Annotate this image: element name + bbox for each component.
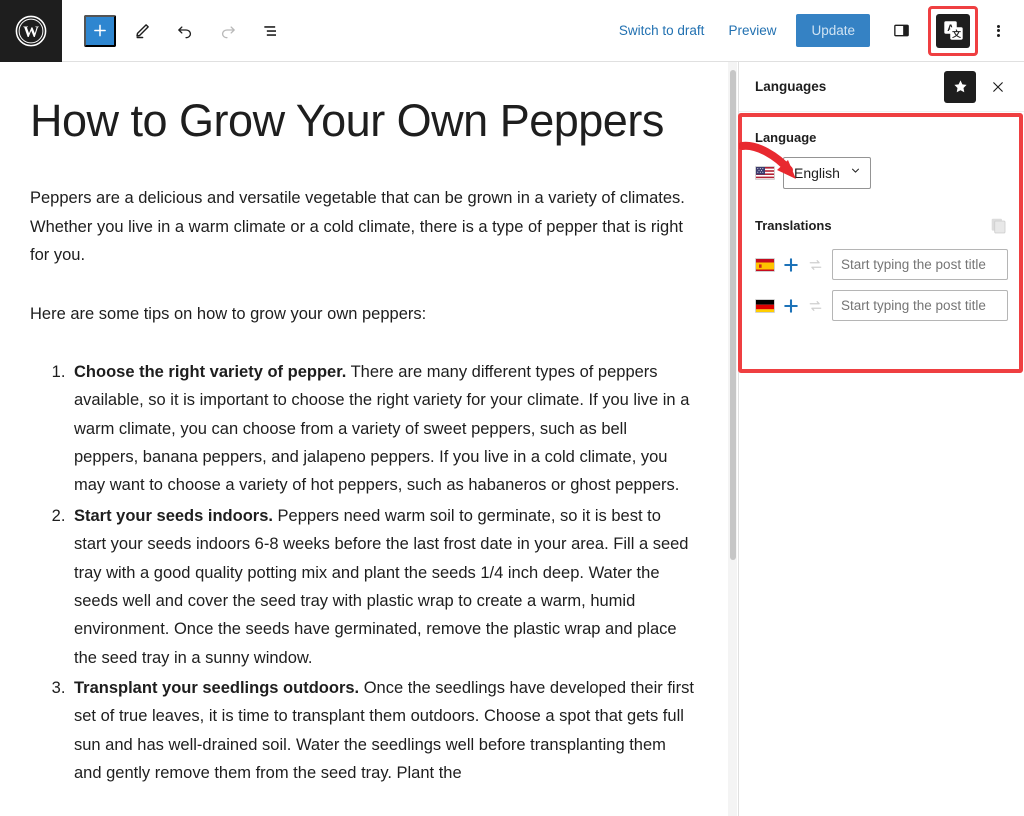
list-item[interactable]: Start your seeds indoors. Peppers need w… — [70, 502, 694, 672]
add-translation-button-spanish[interactable] — [783, 257, 799, 273]
pencil-icon — [132, 21, 152, 41]
editor-top-toolbar: W — [0, 0, 1024, 62]
translations-section-label: Translations — [755, 218, 988, 233]
plus-icon — [92, 22, 108, 39]
tips-ordered-list[interactable]: Choose the right variety of pepper. Ther… — [30, 358, 694, 788]
more-options-button[interactable] — [984, 14, 1012, 48]
update-button[interactable]: Update — [796, 14, 870, 47]
sidebar-header: Languages — [739, 62, 1024, 112]
list-item-body: There are many different types of pepper… — [74, 363, 689, 495]
undo-button[interactable] — [168, 14, 202, 48]
panel-title: Languages — [755, 79, 944, 94]
post-title[interactable]: How to Grow Your Own Peppers — [30, 96, 694, 146]
settings-sidebar-toggle-button[interactable] — [884, 14, 918, 48]
translate-button-highlight: A 文 — [928, 6, 978, 56]
close-x-icon — [990, 79, 1006, 95]
editor-scrollbar-thumb[interactable] — [730, 70, 736, 560]
undo-arrow-icon — [175, 21, 195, 41]
translation-row-spanish — [755, 249, 1008, 280]
plus-icon — [783, 257, 799, 273]
preview-button[interactable]: Preview — [716, 15, 788, 46]
sync-arrows-icon — [807, 257, 824, 273]
flag-de-icon — [755, 299, 775, 313]
sync-arrows-icon — [807, 298, 824, 314]
add-block-button[interactable] — [84, 15, 116, 47]
svg-text:文: 文 — [952, 28, 961, 40]
current-language-row: English — [755, 157, 1008, 189]
translation-row-german — [755, 290, 1008, 321]
translate-button[interactable]: A 文 — [936, 14, 970, 48]
translation-title-input-german[interactable] — [832, 290, 1008, 321]
language-select[interactable]: English — [783, 157, 871, 189]
tools-pencil-button[interactable] — [125, 14, 159, 48]
language-section-label: Language — [755, 130, 1008, 145]
toolbar-right-actions: Switch to draft Preview Update A 文 — [607, 6, 1024, 56]
toolbar-left-tools — [62, 14, 288, 48]
switch-to-draft-button[interactable]: Switch to draft — [607, 15, 717, 46]
add-translation-button-german[interactable] — [783, 298, 799, 314]
language-select-wrapper: English — [783, 157, 871, 189]
translate-language-icon: A 文 — [942, 19, 965, 42]
list-view-button[interactable] — [254, 14, 288, 48]
list-item-heading: Transplant your seedlings outdoors. — [74, 679, 359, 697]
sync-translation-button-spanish[interactable] — [807, 257, 824, 273]
sidebar-panel-icon — [892, 21, 911, 40]
languages-panel-body: Language — [739, 112, 1024, 321]
close-panel-button[interactable] — [982, 71, 1014, 103]
sync-translation-button-german[interactable] — [807, 298, 824, 314]
document-outline-icon — [261, 21, 281, 41]
wordpress-logo-icon[interactable]: W — [0, 0, 62, 62]
flag-es-icon — [755, 258, 775, 272]
post-paragraph[interactable]: Here are some tips on how to grow your o… — [30, 300, 694, 328]
languages-sidebar-panel: Languages Language — [738, 62, 1024, 816]
list-item-heading: Choose the right variety of pepper. — [74, 363, 346, 381]
translation-title-input-spanish[interactable] — [832, 249, 1008, 280]
redo-button[interactable] — [211, 14, 245, 48]
translations-section-header: Translations — [755, 215, 1008, 235]
copy-duplicate-icon[interactable] — [988, 215, 1008, 235]
list-item[interactable]: Transplant your seedlings outdoors. Once… — [70, 674, 694, 788]
flag-us-icon — [755, 166, 775, 180]
kebab-menu-icon — [997, 23, 1000, 38]
svg-text:W: W — [23, 24, 39, 41]
star-icon — [952, 78, 969, 95]
post-paragraph[interactable]: Peppers are a delicious and versatile ve… — [30, 184, 694, 269]
list-item-body: Peppers need warm soil to germinate, so … — [74, 507, 688, 667]
post-editor-canvas[interactable]: How to Grow Your Own Peppers Peppers are… — [0, 62, 730, 816]
list-item-heading: Start your seeds indoors. — [74, 507, 273, 525]
editor-scrollbar[interactable] — [728, 62, 737, 816]
redo-arrow-icon — [218, 21, 238, 41]
list-item[interactable]: Choose the right variety of pepper. Ther… — [70, 358, 694, 500]
pin-panel-button[interactable] — [944, 71, 976, 103]
plus-icon — [783, 298, 799, 314]
